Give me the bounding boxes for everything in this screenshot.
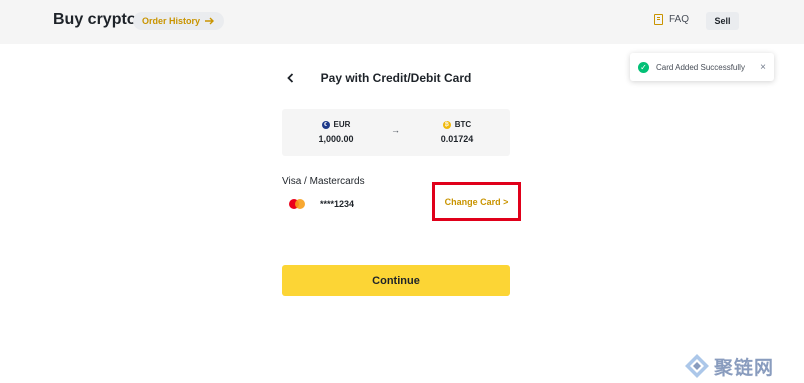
arrow-right-icon [205, 17, 215, 25]
chevron-left-icon [286, 73, 293, 83]
bitcoin-coin-icon: ₿ [442, 120, 451, 129]
to-currency-code: BTC [454, 120, 472, 129]
watermark-text: 聚链网 [714, 356, 775, 379]
order-history-button[interactable]: Order History [133, 12, 225, 30]
from-currency-code: EUR [333, 120, 351, 129]
from-amount: 1,000.00 [318, 134, 354, 144]
notebook-icon [654, 14, 663, 25]
euro-coin-icon: € [321, 120, 330, 129]
watermark: 聚链网 [684, 353, 774, 379]
from-currency: € EUR 1,000.00 [296, 120, 376, 144]
conversion-summary: € EUR 1,000.00 → ₿ BTC 0.01724 [282, 109, 510, 156]
payment-title: Pay with Credit/Debit Card [320, 71, 472, 85]
continue-button[interactable]: Continue [282, 265, 510, 296]
card-number: ****1234 [320, 199, 355, 209]
faq-label: FAQ [669, 14, 690, 25]
page-title: Buy crypto [53, 11, 137, 28]
arrow-right-icon: → [391, 125, 400, 135]
change-card-button[interactable]: Change Card > [432, 182, 521, 221]
mastercard-icon [282, 193, 312, 215]
check-circle-icon: ✓ [638, 61, 649, 73]
back-button[interactable] [284, 71, 296, 85]
success-toast: ✓ Card Added Successfully × [630, 53, 774, 81]
sell-button[interactable]: Sell [706, 12, 739, 30]
close-icon[interactable]: × [760, 62, 766, 73]
card-section-label: Visa / Mastercards [282, 176, 365, 187]
to-currency: ₿ BTC 0.01724 [417, 120, 497, 144]
toast-message: Card Added Successfully [656, 62, 745, 72]
watermark-logo-icon [685, 354, 709, 378]
selected-card: ****1234 [282, 193, 354, 215]
faq-link[interactable]: FAQ [654, 14, 689, 25]
order-history-label: Order History [142, 16, 201, 26]
to-amount: 0.01724 [440, 134, 474, 144]
